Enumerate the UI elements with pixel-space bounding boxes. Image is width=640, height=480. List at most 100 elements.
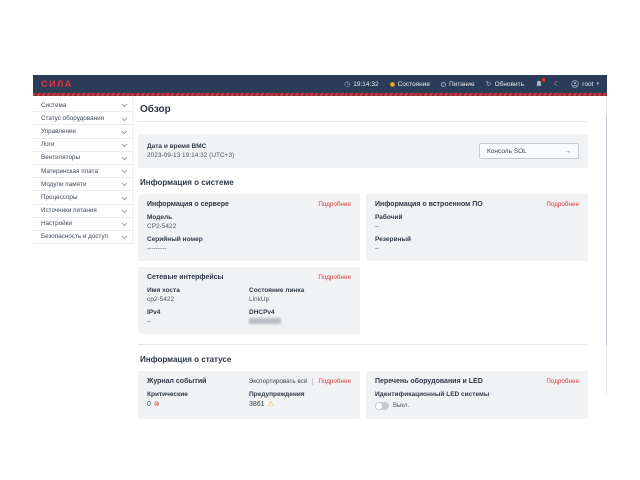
hostname-value: cp2-5422: [147, 296, 249, 303]
user-menu[interactable]: root ▾: [571, 80, 599, 88]
page-title: Обзор: [140, 104, 588, 115]
firmware-card-title: Информация о встроенном ПО: [375, 201, 483, 208]
bmc-time: ◷ 19:14:32: [344, 81, 378, 88]
sidebar-item-hardware-status[interactable]: Статус оборудования: [33, 112, 132, 125]
chevron-down-icon: [121, 221, 126, 226]
health-status-label: Состояние: [398, 81, 430, 88]
bmc-time-value: 19:14:32: [353, 81, 378, 88]
sol-console-button[interactable]: Консоль SOL →: [479, 143, 579, 159]
status-section-title: Информация о статусе: [140, 355, 588, 364]
refresh-button[interactable]: ↻ Обновить: [486, 81, 524, 88]
title-divider: [138, 121, 588, 122]
link-status-value: LinkUp: [249, 296, 351, 303]
warnings-label: Предупреждения: [249, 391, 351, 398]
firmware-backup-label: Резервный: [375, 236, 579, 243]
chevron-down-icon: [121, 207, 126, 212]
refresh-label: Обновить: [495, 81, 524, 88]
sidebar-item-security[interactable]: Безопасность и доступ: [33, 231, 132, 244]
system-section-title: Информация о системе: [140, 178, 588, 187]
critical-icon: ⊗: [154, 400, 160, 408]
scrollbar-thumb[interactable]: [606, 116, 608, 346]
chevron-down-icon: [121, 102, 126, 107]
arrow-right-icon: →: [564, 148, 571, 155]
firmware-info-card: Информация о встроенном ПО Подробнее Раб…: [366, 194, 588, 261]
clock-icon: ◷: [344, 81, 350, 88]
section-divider: [138, 344, 588, 345]
link-separator: [312, 378, 313, 385]
sidebar-item-settings[interactable]: Настройки: [33, 218, 132, 231]
ipv4-value: --: [147, 318, 249, 325]
dhcpv4-label: DHCPv4: [249, 309, 351, 316]
power-icon: [441, 82, 446, 87]
export-all-link[interactable]: Экспортировать всё: [249, 378, 308, 385]
sidebar-item-motherboard[interactable]: Материнская плата: [33, 165, 132, 178]
network-interfaces-card: Сетевые интерфейсы Подробнее Имя хоста c…: [138, 267, 360, 334]
warning-icon: ⚠: [268, 400, 274, 408]
chevron-down-icon: [121, 194, 126, 199]
power-menu[interactable]: Питание: [441, 81, 475, 88]
event-log-card: Журнал событий Экспортировать всё Подроб…: [138, 371, 360, 419]
server-card-title: Информация о сервере: [147, 201, 229, 208]
sidebar-item-fans[interactable]: Вентиляторы: [33, 152, 132, 165]
user-name: root: [582, 81, 593, 88]
toggle-knob: [376, 403, 382, 409]
hostname-label: Имя хоста: [147, 287, 249, 294]
sidebar-nav: Система Статус оборудования Управление Л…: [33, 96, 133, 244]
firmware-backup-value: --: [375, 245, 579, 252]
brand-logo[interactable]: СИЛА: [41, 79, 73, 89]
inventory-led-title: Перечень оборудования и LED: [375, 378, 483, 385]
power-label: Питание: [449, 81, 475, 88]
identify-led-state: Выкл.: [393, 403, 409, 409]
network-card-title: Сетевые интерфейсы: [147, 274, 224, 281]
chevron-down-icon: [121, 168, 126, 173]
notification-badge: [542, 78, 546, 82]
chevron-down-icon: [121, 141, 126, 146]
datetime-value: 2023-09-13 19:14:32 (UTC+3): [147, 152, 234, 159]
network-more-link[interactable]: Подробнее: [318, 274, 351, 281]
model-label: Модель: [147, 214, 351, 221]
bmc-datetime-banner: Дата и время BMC 2023-09-13 19:14:32 (UT…: [138, 134, 588, 168]
identify-led-toggle[interactable]: [375, 402, 389, 410]
sidebar-item-memory[interactable]: Модули памяти: [33, 178, 132, 191]
moon-icon: ☾: [554, 81, 560, 88]
inventory-more-link[interactable]: Подробнее: [546, 378, 579, 385]
inventory-led-card: Перечень оборудования и LED Подробнее Ид…: [366, 371, 588, 419]
sidebar-item-processors[interactable]: Процессоры: [33, 191, 132, 204]
chevron-down-icon: [121, 115, 126, 120]
chevron-down-icon: [121, 234, 126, 239]
sidebar-item-management[interactable]: Управление: [33, 125, 132, 138]
notifications-button[interactable]: [535, 80, 543, 88]
scrollbar[interactable]: [606, 96, 608, 396]
sidebar-item-logs[interactable]: Логи: [33, 139, 132, 152]
datetime-label: Дата и время BMC: [147, 143, 234, 150]
critical-label: Критические: [147, 391, 249, 398]
main-content: Обзор Дата и время BMC 2023-09-13 19:14:…: [133, 96, 607, 429]
event-log-title: Журнал событий: [147, 378, 206, 385]
server-more-link[interactable]: Подробнее: [318, 201, 351, 208]
bmc-web-ui: СИЛА ◷ 19:14:32 Состояние Питание ↻ Обно…: [33, 75, 607, 429]
caret-down-icon: ▾: [596, 81, 599, 87]
model-value: CP2-5422: [147, 223, 351, 230]
critical-count: 0: [147, 401, 151, 408]
refresh-icon: ↻: [486, 81, 492, 88]
top-navbar: СИЛА ◷ 19:14:32 Состояние Питание ↻ Обно…: [33, 75, 607, 93]
warnings-count: 3861: [249, 401, 265, 408]
firmware-active-value: --: [375, 223, 579, 230]
sidebar-item-power-supplies[interactable]: Источники питания: [33, 205, 132, 218]
serial-value: ---------: [147, 245, 351, 252]
server-info-card: Информация о сервере Подробнее Модель CP…: [138, 194, 360, 261]
status-warning-icon: [390, 82, 395, 87]
ipv4-label: IPv4: [147, 309, 249, 316]
sidebar-item-system[interactable]: Система: [33, 99, 132, 112]
serial-label: Серийный номер: [147, 236, 351, 243]
chevron-down-icon: [121, 181, 126, 186]
identify-led-label: Идентификационный LED системы: [375, 391, 579, 398]
dhcpv4-value-redacted: [249, 318, 281, 324]
events-more-link[interactable]: Подробнее: [318, 378, 351, 385]
firmware-active-label: Рабочий: [375, 214, 579, 221]
user-icon: [571, 80, 579, 88]
firmware-more-link[interactable]: Подробнее: [546, 201, 579, 208]
health-status-menu[interactable]: Состояние: [390, 81, 430, 88]
chevron-down-icon: [121, 155, 126, 160]
theme-toggle[interactable]: ☾: [554, 81, 560, 88]
